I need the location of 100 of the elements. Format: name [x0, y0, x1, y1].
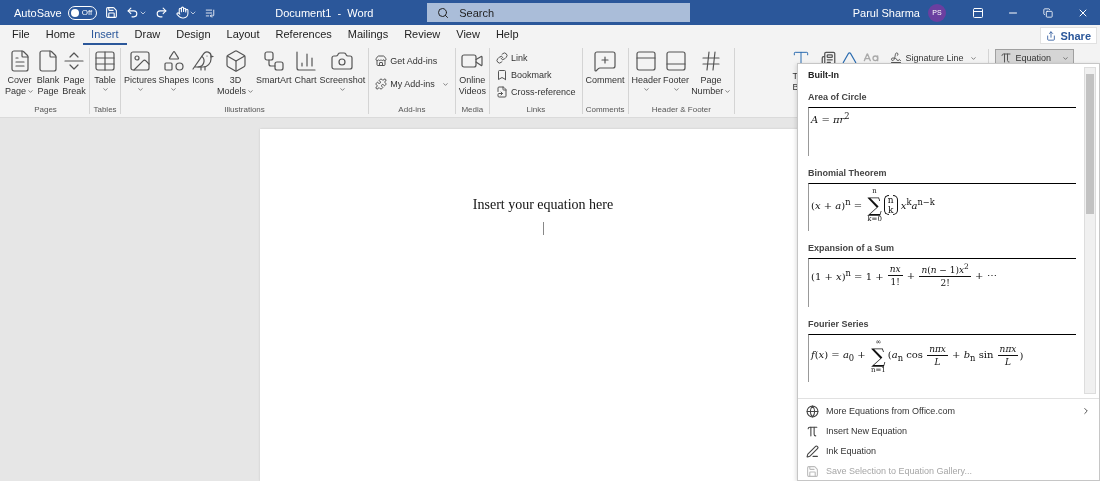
- math-text: (1 + x)$^{n}$ = 1 +: [811, 267, 885, 283]
- group-label: Tables: [92, 105, 118, 114]
- ribbon-button[interactable]: 3D Models: [216, 48, 256, 98]
- header-icon: [634, 49, 659, 73]
- pen-icon: [806, 444, 819, 458]
- group-label: Illustrations: [223, 105, 266, 114]
- ribbon-button[interactable]: Cover Page: [4, 48, 36, 98]
- ribbon-button[interactable]: Cross-reference: [492, 84, 580, 100]
- group-label: Media: [460, 105, 485, 114]
- ribbon-button[interactable]: Comment: [584, 48, 626, 87]
- link-icon: [496, 52, 509, 64]
- document-text: Insert your equation here: [472, 197, 614, 213]
- ribbon-button[interactable]: Icons: [190, 48, 217, 87]
- fraction: n(n − 1)x$^{2}$ 2!: [919, 262, 971, 288]
- autosave-label: AutoSave: [14, 6, 62, 19]
- ribbon-button[interactable]: Shapes: [157, 48, 191, 94]
- equation-title: Area of Circle: [808, 92, 868, 102]
- diagram-icon: [261, 49, 286, 73]
- bar-chart-icon: [293, 49, 318, 73]
- ribbon-button[interactable]: Header: [630, 48, 663, 94]
- cube-icon: [223, 49, 248, 73]
- menu-item[interactable]: Ink Equation: [798, 441, 1099, 461]
- ribbon-display-icon[interactable]: [971, 6, 984, 19]
- ribbon-button[interactable]: Online Videos: [457, 48, 488, 98]
- hand-icon[interactable]: [176, 6, 190, 19]
- ribbon-button[interactable]: Bookmark: [492, 67, 580, 83]
- ribbon-tab[interactable]: Layout: [218, 25, 268, 45]
- pi-icon: [1000, 52, 1013, 64]
- bookmark-icon: [496, 69, 509, 81]
- ribbon-tab[interactable]: Review: [396, 25, 449, 45]
- ribbon-button[interactable]: Blank Page: [35, 48, 62, 98]
- restore-icon[interactable]: [1042, 7, 1053, 18]
- menu-item[interactable]: Insert New Equation: [798, 421, 1099, 441]
- table-icon: [93, 49, 118, 73]
- camera-icon: [330, 49, 355, 73]
- section-heading: Built-In: [808, 70, 840, 80]
- ribbon-button[interactable]: Get Add-ins: [371, 50, 453, 72]
- comment-icon: [593, 49, 618, 73]
- signature-line-button[interactable]: Signature Line: [885, 49, 983, 67]
- math-text: + b$_{n}$ sin: [951, 348, 995, 363]
- math-text: ): [1019, 350, 1024, 361]
- undo-icon[interactable]: [126, 6, 140, 19]
- math-text: f(x) = a$_{0}$ +: [811, 348, 867, 363]
- share-icon: [1046, 30, 1057, 41]
- equation-title: Fourier Series: [808, 318, 870, 329]
- fraction: nπx L: [997, 344, 1019, 367]
- window-title: Document1 - Word: [275, 6, 375, 19]
- redo-icon[interactable]: [155, 6, 169, 19]
- menu-item[interactable]: More Equations from Office.com: [798, 401, 1099, 421]
- quick-parts-icon[interactable]: [821, 50, 837, 66]
- ribbon-button[interactable]: Footer: [662, 48, 691, 94]
- binomial-coefficient: n k: [883, 194, 898, 215]
- save-icon[interactable]: [105, 6, 119, 19]
- ribbon-tab[interactable]: Design: [168, 25, 219, 45]
- customize-icon[interactable]: [205, 7, 216, 18]
- math-text: (a$_{n}$ cos: [887, 348, 924, 363]
- globe-icon: [806, 404, 819, 418]
- group-label: Pages: [33, 105, 58, 114]
- scrollbar[interactable]: [1084, 67, 1096, 394]
- group-label: Links: [525, 105, 547, 114]
- picture-icon: [128, 49, 153, 73]
- math-text: A = πr$^{2}$: [811, 111, 850, 126]
- ribbon-tab[interactable]: References: [267, 25, 340, 45]
- share-button[interactable]: Share: [1040, 27, 1097, 44]
- math-text: + ⋯: [974, 269, 997, 281]
- bird-icon: [191, 49, 216, 73]
- ribbon-button[interactable]: Table: [92, 48, 119, 94]
- equation-title: Binomial Theorem: [808, 167, 888, 178]
- text-cursor: [542, 222, 544, 235]
- math-text: (x + a)$^{n}$ =: [811, 197, 864, 212]
- fraction: nx 1!: [887, 263, 903, 287]
- ribbon-button[interactable]: Page Break: [61, 48, 88, 98]
- ribbon-tab[interactable]: File: [4, 25, 38, 45]
- ribbon-button[interactable]: Chart: [292, 48, 319, 87]
- group-label: Add-ins: [397, 105, 427, 114]
- ribbon-tab[interactable]: Help: [487, 25, 527, 45]
- group-label: Comments: [584, 105, 626, 114]
- puzzle-icon: [375, 78, 388, 90]
- ribbon-tab[interactable]: View: [448, 25, 488, 45]
- search-icon: [437, 6, 450, 19]
- signature-icon: [890, 52, 903, 64]
- ribbon-tab[interactable]: Mailings: [339, 25, 397, 45]
- search-field[interactable]: Search: [427, 3, 691, 22]
- store-icon: [375, 55, 388, 67]
- math-text: +: [905, 269, 917, 281]
- shapes-icon: [161, 49, 186, 73]
- equation-tile[interactable]: A = πr$^{2}$: [808, 107, 1076, 156]
- ribbon-button[interactable]: SmartArt: [255, 48, 293, 87]
- footer-icon: [664, 49, 689, 73]
- group-label: Header & Footer: [650, 105, 712, 114]
- ribbon-tab[interactable]: Home: [37, 25, 84, 45]
- ribbon-button[interactable]: My Add-ins: [371, 73, 453, 95]
- ribbon-button[interactable]: Pictures: [123, 48, 158, 94]
- ribbon-button[interactable]: Link: [492, 50, 580, 66]
- pi-icon: [806, 424, 819, 438]
- math-text: x$^{k}$a$^{n−k}$: [899, 197, 935, 212]
- ribbon-tab[interactable]: Draw: [126, 25, 169, 45]
- ribbon-button[interactable]: Screenshot: [318, 48, 367, 94]
- save-icon: [806, 464, 819, 478]
- ribbon-button[interactable]: Page Number: [690, 48, 733, 98]
